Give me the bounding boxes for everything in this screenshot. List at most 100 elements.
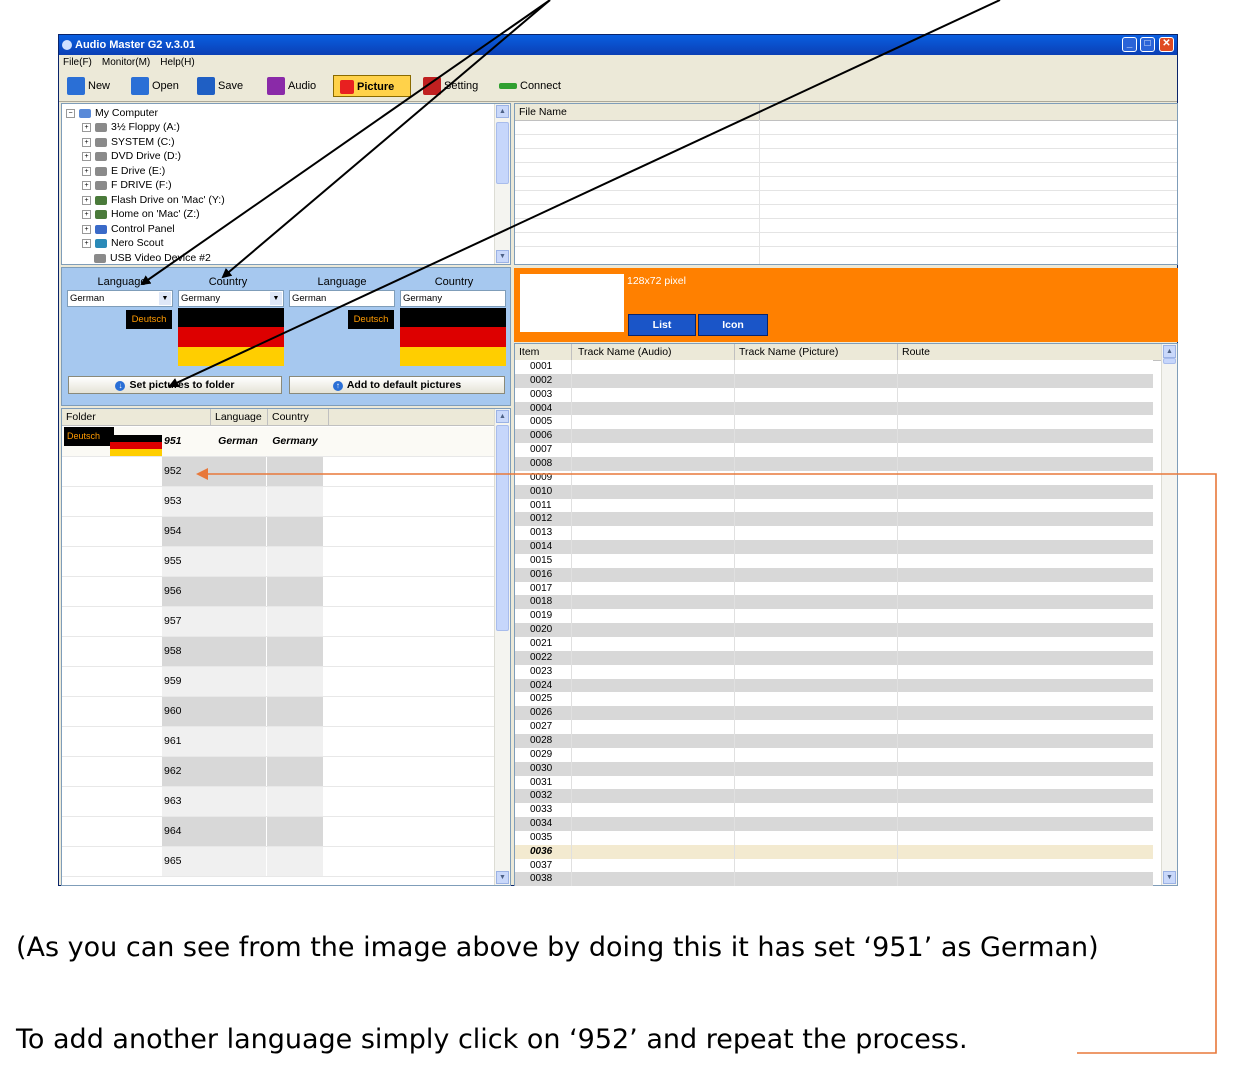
minimize-button[interactable]: _ bbox=[1122, 37, 1137, 52]
folder-row[interactable]: 958 bbox=[62, 637, 495, 667]
track-row[interactable]: 0007 bbox=[515, 443, 1153, 458]
language-select[interactable]: German ▼ bbox=[67, 290, 173, 307]
country-column-header[interactable]: Country bbox=[267, 409, 329, 425]
tree-item[interactable]: + Nero Scout bbox=[82, 236, 164, 250]
tree-item[interactable]: USB Video Device #2 bbox=[94, 251, 211, 265]
folder-row[interactable]: 961 bbox=[62, 727, 495, 757]
scroll-down-icon[interactable]: ▼ bbox=[1163, 871, 1176, 884]
track-row[interactable]: 0034 bbox=[515, 817, 1153, 832]
track-row[interactable]: 0016 bbox=[515, 567, 1153, 582]
track-row[interactable]: 0008 bbox=[515, 456, 1153, 471]
track-row[interactable]: 0030 bbox=[515, 761, 1153, 776]
country-field-2[interactable]: Germany bbox=[400, 290, 506, 307]
scroll-down-icon[interactable]: ▼ bbox=[496, 250, 509, 263]
add-default-pictures-button[interactable]: ↑ Add to default pictures bbox=[289, 376, 505, 394]
track-row[interactable]: 0009 bbox=[515, 470, 1153, 485]
track-row[interactable]: 0019 bbox=[515, 609, 1153, 624]
track-row[interactable]: 0023 bbox=[515, 664, 1153, 679]
menu-file[interactable]: File(F) bbox=[63, 57, 92, 68]
track-row[interactable]: 0029 bbox=[515, 747, 1153, 762]
track-row[interactable]: 0025 bbox=[515, 692, 1153, 707]
tree-item[interactable]: + Flash Drive on 'Mac' (Y:) bbox=[82, 193, 225, 207]
scroll-up-icon[interactable]: ▲ bbox=[496, 105, 509, 118]
track-row[interactable]: 0033 bbox=[515, 803, 1153, 818]
tree-item[interactable]: − My Computer bbox=[66, 106, 158, 120]
folder-row[interactable]: 962 bbox=[62, 757, 495, 787]
scroll-up-icon[interactable]: ▲ bbox=[496, 410, 509, 423]
track-row[interactable]: 0022 bbox=[515, 650, 1153, 665]
folder-row[interactable]: 965 bbox=[62, 847, 495, 877]
track-row[interactable]: 0020 bbox=[515, 623, 1153, 638]
tree-item[interactable]: + SYSTEM (C:) bbox=[82, 135, 175, 149]
folder-row-951[interactable]: Deutsch 951 German Germany bbox=[62, 427, 495, 457]
list-button[interactable]: List bbox=[628, 314, 696, 336]
item-column-header[interactable]: Item bbox=[519, 344, 539, 360]
track-row[interactable]: 0005 bbox=[515, 415, 1153, 430]
folder-scrollbar[interactable]: ▲ ▼ bbox=[494, 409, 510, 885]
track-row[interactable]: 0037 bbox=[515, 858, 1153, 873]
tree-item[interactable]: + Home on 'Mac' (Z:) bbox=[82, 207, 200, 221]
track-row[interactable]: 0013 bbox=[515, 526, 1153, 541]
menu-help[interactable]: Help(H) bbox=[160, 57, 194, 68]
track-row[interactable]: 0001 bbox=[515, 360, 1153, 374]
track-row[interactable]: 0031 bbox=[515, 775, 1153, 790]
drive-tree[interactable]: − My Computer +3½ Floppy (A:) + SYSTEM (C:… bbox=[61, 103, 511, 265]
language-field-2[interactable]: German bbox=[289, 290, 395, 307]
folder-column-header[interactable]: Folder bbox=[66, 409, 96, 425]
connect-button[interactable]: Connect bbox=[499, 75, 561, 97]
tree-item[interactable]: +3½ Floppy (A:) bbox=[82, 120, 180, 134]
country-select[interactable]: Germany ▼ bbox=[178, 290, 284, 307]
track-row[interactable]: 0021 bbox=[515, 637, 1153, 651]
track-row[interactable]: 0026 bbox=[515, 706, 1153, 721]
track-row[interactable]: 0012 bbox=[515, 512, 1153, 527]
tree-scrollbar[interactable]: ▲ ▼ bbox=[494, 104, 510, 264]
icon-button[interactable]: Icon bbox=[698, 314, 768, 336]
close-button[interactable]: ✕ bbox=[1159, 37, 1174, 52]
set-pictures-button[interactable]: ↓ Set pictures to folder bbox=[68, 376, 282, 394]
folder-row[interactable]: 952 bbox=[62, 457, 495, 487]
folder-row[interactable]: 954 bbox=[62, 517, 495, 547]
track-row[interactable]: 0014 bbox=[515, 540, 1153, 555]
chevron-down-icon[interactable]: ▼ bbox=[159, 292, 171, 305]
track-row[interactable]: 0011 bbox=[515, 498, 1153, 513]
maximize-button[interactable]: □ bbox=[1140, 37, 1155, 52]
track-row[interactable]: 0032 bbox=[515, 789, 1153, 804]
folder-row[interactable]: 953 bbox=[62, 487, 495, 517]
scroll-thumb[interactable] bbox=[496, 122, 509, 184]
track-row[interactable]: 0018 bbox=[515, 595, 1153, 610]
folder-row[interactable]: 957 bbox=[62, 607, 495, 637]
track-row[interactable]: 0015 bbox=[515, 553, 1153, 568]
file-list-header[interactable]: File Name bbox=[515, 104, 1177, 121]
chevron-down-icon[interactable]: ▼ bbox=[270, 292, 282, 305]
new-button[interactable]: New bbox=[67, 75, 110, 97]
route-column-header[interactable]: Route bbox=[897, 344, 1157, 360]
folder-row[interactable]: 964 bbox=[62, 817, 495, 847]
folder-row[interactable]: 960 bbox=[62, 697, 495, 727]
track-row[interactable]: 0028 bbox=[515, 733, 1153, 748]
track-row[interactable]: 0003 bbox=[515, 387, 1153, 402]
tree-item[interactable]: + Control Panel bbox=[82, 222, 175, 236]
language-column-header[interactable]: Language bbox=[210, 409, 271, 425]
audio-button[interactable]: Audio bbox=[267, 75, 316, 97]
picture-button[interactable]: Picture bbox=[333, 75, 411, 97]
tree-item[interactable]: + DVD Drive (D:) bbox=[82, 149, 181, 163]
track-row[interactable]: 0010 bbox=[515, 484, 1153, 499]
scroll-thumb[interactable] bbox=[496, 425, 509, 631]
setting-button[interactable]: Setting bbox=[423, 75, 478, 97]
track-row[interactable]: 0002 bbox=[515, 373, 1153, 388]
folder-row[interactable]: 956 bbox=[62, 577, 495, 607]
tree-item[interactable]: + F DRIVE (F:) bbox=[82, 178, 172, 192]
track-row[interactable]: 0038 bbox=[515, 872, 1153, 887]
file-list[interactable]: File Name bbox=[514, 103, 1178, 265]
folder-row[interactable]: 963 bbox=[62, 787, 495, 817]
open-button[interactable]: Open bbox=[131, 75, 179, 97]
scroll-up-icon[interactable]: ▲ bbox=[1163, 345, 1176, 358]
picture-track-column-header[interactable]: Track Name (Picture) bbox=[734, 344, 901, 360]
track-row[interactable]: 0036 bbox=[515, 844, 1153, 859]
menu-monitor[interactable]: Monitor(M) bbox=[102, 57, 150, 68]
scroll-thumb[interactable] bbox=[1163, 358, 1176, 364]
save-button[interactable]: Save bbox=[197, 75, 243, 97]
folder-row[interactable]: 959 bbox=[62, 667, 495, 697]
track-row[interactable]: 0004 bbox=[515, 401, 1153, 416]
track-table[interactable]: Item Track Name (Audio) Track Name (Pict… bbox=[514, 343, 1178, 887]
